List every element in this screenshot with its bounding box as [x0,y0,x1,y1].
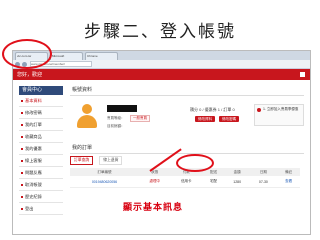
browser-tab[interactable]: Chrome [85,52,118,60]
order-delivery: 宅配 [202,176,225,188]
sidebar-item-feedback[interactable]: 問題反應 [19,167,63,179]
order-date: 07-30 [249,176,278,188]
column-header: 狀態 [138,168,171,176]
sidebar-heading: 會員中心 [19,86,63,95]
member-sidebar: 會員中心 基本資料 修改密碼 我的訂單 收藏商品 我的優惠 線上客服 問題反應 … [19,86,63,215]
browser-tab-bar: vtc.com.tw Microsoft Chrome [13,51,310,60]
main-content: 帳號資料 會員等級： 一般會員 目前餘額： 積分 0 / 優惠券 1 / 訂單 … [70,86,304,188]
order-view-link[interactable]: 查看 [277,176,300,188]
member-level-badge: 一般會員 [130,115,150,122]
avatar-icon [76,104,98,128]
balance-label: 目前餘額： [107,124,125,128]
profile-panel: 會員等級： 一般會員 目前餘額： 積分 0 / 優惠券 1 / 訂單 0 修改資… [70,96,304,140]
column-header: 日期 [249,168,278,176]
sidebar-item-support[interactable]: 線上客服 [19,155,63,167]
tab-order-query[interactable]: 訂單查詢 [70,155,94,165]
sidebar-item-password[interactable]: 修改密碼 [19,107,63,119]
sidebar-item-favorites[interactable]: 收藏商品 [19,131,63,143]
sidebar-item-cancel[interactable]: 取消帳號 [19,179,63,191]
sidebar-item-profile[interactable]: 基本資料 [19,95,63,107]
orders-table: 訂單編號 狀態 付款 配送 金額 日期 備註 0019480620056 處理中… [70,168,300,188]
column-header: 金額 [224,168,250,176]
column-header: 備註 [277,168,300,176]
order-amount: 1280 [224,176,250,188]
change-password-button[interactable]: 修改密碼 [219,116,239,122]
slide-title: 步驟二、登入帳號 [84,22,236,42]
sidebar-item-logout[interactable]: 登出 [19,203,63,215]
browser-tab[interactable]: Microsoft [50,52,83,60]
profile-section-title: 帳號資料 [70,86,304,96]
user-menu-icon[interactable] [300,72,305,77]
annotation-label: 顯示基本訊息 [123,203,184,213]
member-level-label: 會員等級： [107,116,125,120]
order-number-link[interactable]: 0019480620056 [70,176,139,188]
tab-returns[interactable]: 線上退貨 [99,155,123,165]
orders-section-title: 我的訂單 [70,144,304,154]
edit-profile-button[interactable]: 修改資料 [195,116,215,122]
highlight-circle-row [176,154,214,172]
address-bar: www.vtc.com.tw/member/ [13,60,310,69]
greeting-text: 您好，歡迎 [17,72,43,78]
account-stats: 積分 0 / 優惠券 1 / 訂單 0 [190,107,235,112]
column-header: 訂單編號 [70,168,139,176]
order-payment: 信用卡 [170,176,203,188]
promo-text: 1. 立即加入會員享優惠 [263,107,299,111]
promo-dot-icon [257,108,261,112]
promo-box[interactable]: 1. 立即加入會員享優惠 [254,104,304,126]
sidebar-item-history[interactable]: 歷史紀錄 [19,191,63,203]
sidebar-item-coupons[interactable]: 我的優惠 [19,143,63,155]
table-row[interactable]: 0019480620056 處理中 信用卡 宅配 1280 07-30 查看 [70,176,300,188]
highlight-circle-sidebar [2,39,52,69]
sidebar-item-orders[interactable]: 我的訂單 [19,119,63,131]
order-status: 處理中 [138,176,171,188]
site-header: 您好，歡迎 [13,69,310,80]
redacted-username [107,105,137,112]
